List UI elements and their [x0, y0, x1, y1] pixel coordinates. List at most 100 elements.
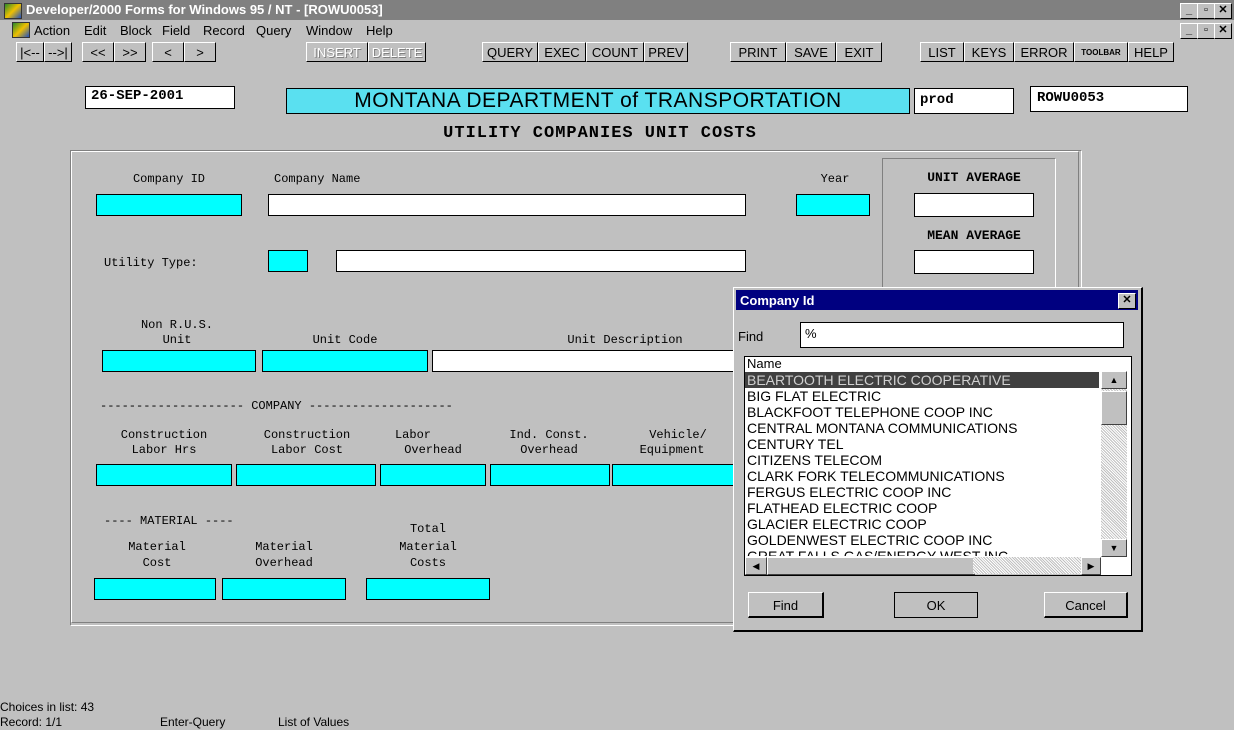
unit-description-label: Unit Description	[567, 333, 683, 347]
save-button[interactable]: SAVE	[786, 42, 836, 62]
lov-list[interactable]: Name BEARTOOTH ELECTRIC COOPERATIVE BIG …	[744, 356, 1132, 576]
material-cost-field[interactable]	[94, 578, 216, 600]
menu-window[interactable]: Window	[306, 23, 352, 38]
labor-overhead-field[interactable]	[380, 464, 486, 486]
menu-help[interactable]: Help	[366, 23, 393, 38]
material-overhead-field[interactable]	[222, 578, 346, 600]
list-item[interactable]: BEARTOOTH ELECTRIC COOPERATIVE	[745, 372, 1099, 388]
lov-vertical-scrollbar[interactable]: ▲ ▼	[1101, 371, 1127, 557]
lov-find-button[interactable]: Find	[748, 592, 824, 618]
count-button[interactable]: COUNT	[586, 42, 644, 62]
menu-block[interactable]: Block	[120, 23, 152, 38]
list-item[interactable]: BIG FLAT ELECTRIC	[745, 388, 1099, 404]
next-record-button[interactable]: >	[184, 42, 216, 62]
last-record-button[interactable]: -->|	[44, 42, 72, 62]
help-button[interactable]: HELP	[1128, 42, 1174, 62]
scroll-thumb[interactable]	[1101, 391, 1127, 425]
first-record-button[interactable]: |<--	[16, 42, 44, 62]
list-item[interactable]: GLACIER ELECTRIC COOP	[745, 516, 1099, 532]
error-button[interactable]: ERROR	[1014, 42, 1074, 62]
non-rus-unit-label-line2: Unit	[162, 333, 192, 347]
restore-icon[interactable]: ▫	[1197, 3, 1215, 19]
non-rus-unit-field[interactable]	[102, 350, 256, 372]
non-rus-unit-label-line1: Non R.U.S.	[140, 318, 213, 332]
next-set-button[interactable]: >>	[114, 42, 146, 62]
utility-type-label: Utility Type:	[104, 256, 198, 270]
company-name-field[interactable]	[268, 194, 746, 216]
menu-edit[interactable]: Edit	[84, 23, 106, 38]
lov-close-icon[interactable]: ✕	[1118, 293, 1136, 309]
company-name-label: Company Name	[274, 172, 361, 186]
delete-button[interactable]: DELETE	[368, 42, 426, 62]
window-title: Developer/2000 Forms for Windows 95 / NT…	[26, 2, 383, 17]
year-field[interactable]	[796, 194, 870, 216]
lov-title-bar[interactable]: Company Id ✕	[736, 290, 1138, 310]
list-item[interactable]: CENTURY TEL	[745, 436, 1099, 452]
lov-cancel-button[interactable]: Cancel	[1044, 592, 1128, 618]
mean-average-field[interactable]	[914, 250, 1034, 274]
list-button[interactable]: LIST	[920, 42, 964, 62]
total-material-label-1: Total	[409, 522, 446, 536]
company-section-header: -------------------- COMPANY -----------…	[100, 399, 453, 413]
scroll-left-icon[interactable]: ◀	[745, 557, 767, 575]
labor-overhead-label-2: Overhead	[404, 443, 462, 457]
print-button[interactable]: PRINT	[730, 42, 786, 62]
query-button[interactable]: QUERY	[482, 42, 538, 62]
unit-code-field[interactable]	[262, 350, 428, 372]
lov-find-input[interactable]: %	[800, 322, 1124, 348]
list-item[interactable]: FLATHEAD ELECTRIC COOP	[745, 500, 1099, 516]
ind-const-overhead-field[interactable]	[490, 464, 610, 486]
prev-record-button[interactable]: <	[152, 42, 184, 62]
list-item[interactable]: GREAT FALLS GAS/ENERGY WEST INC	[745, 548, 1099, 556]
unit-description-field[interactable]	[432, 350, 734, 372]
list-item[interactable]: GOLDENWEST ELECTRIC COOP INC	[745, 532, 1099, 548]
minimize-icon[interactable]: _	[1180, 3, 1198, 19]
exec-button[interactable]: EXEC	[538, 42, 586, 62]
toolbar-button[interactable]: TOOLBAR	[1074, 42, 1128, 62]
insert-button[interactable]: INSERT	[306, 42, 368, 62]
status-record: Record: 1/1	[0, 715, 63, 729]
prev-set-button[interactable]: <<	[82, 42, 114, 62]
menu-bar: Action Edit Block Field Record Query Win…	[0, 20, 1234, 40]
construction-labor-hrs-field[interactable]	[96, 464, 232, 486]
keys-button[interactable]: KEYS	[964, 42, 1014, 62]
total-material-costs-field[interactable]	[366, 578, 490, 600]
company-id-field[interactable]	[96, 194, 242, 216]
material-section-header: ---- MATERIAL ----	[104, 514, 234, 528]
material-overhead-label-1: Material	[255, 540, 313, 554]
menu-query[interactable]: Query	[256, 23, 291, 38]
lov-horizontal-scrollbar[interactable]: ◀ ▶	[745, 557, 1101, 575]
construction-labor-cost-field[interactable]	[236, 464, 376, 486]
mean-average-label: MEAN AVERAGE	[927, 228, 1021, 243]
menu-action[interactable]: Action	[34, 23, 70, 38]
hscroll-thumb[interactable]	[767, 557, 975, 575]
environment-field: prod	[914, 88, 1014, 114]
labor-overhead-label-1: Labor	[394, 428, 431, 442]
list-item[interactable]: CITIZENS TELECOM	[745, 452, 1099, 468]
ind-const-overhead-label-2: Overhead	[520, 443, 578, 457]
doc-close-icon[interactable]: ✕	[1214, 23, 1232, 39]
doc-minimize-icon[interactable]: _	[1180, 23, 1198, 39]
exit-button[interactable]: EXIT	[836, 42, 882, 62]
menu-field[interactable]: Field	[162, 23, 190, 38]
list-item[interactable]: FERGUS ELECTRIC COOP INC	[745, 484, 1099, 500]
menu-record[interactable]: Record	[203, 23, 245, 38]
lov-ok-button[interactable]: OK	[894, 592, 978, 618]
status-choices: Choices in list: 43	[0, 700, 95, 714]
list-item[interactable]: CENTRAL MONTANA COMMUNICATIONS	[745, 420, 1099, 436]
scroll-down-icon[interactable]: ▼	[1101, 539, 1127, 557]
lov-find-label: Find	[738, 329, 764, 344]
unit-average-field[interactable]	[914, 193, 1034, 217]
window-title-bar[interactable]: Developer/2000 Forms for Windows 95 / NT…	[0, 0, 1234, 20]
list-item[interactable]: BLACKFOOT TELEPHONE COOP INC	[745, 404, 1099, 420]
construction-labor-cost-label-2: Labor Cost	[270, 443, 343, 457]
list-item[interactable]: CLARK FORK TELECOMMUNICATIONS	[745, 468, 1099, 484]
prev-query-button[interactable]: PREV	[644, 42, 688, 62]
vehicle-equipment-field[interactable]	[612, 464, 734, 486]
scroll-right-icon[interactable]: ▶	[1081, 557, 1101, 575]
scroll-up-icon[interactable]: ▲	[1101, 371, 1127, 389]
utility-type-code-field[interactable]	[268, 250, 308, 272]
utility-type-description-field[interactable]	[336, 250, 746, 272]
close-icon[interactable]: ✕	[1214, 3, 1232, 19]
doc-restore-icon[interactable]: ▫	[1197, 23, 1215, 39]
